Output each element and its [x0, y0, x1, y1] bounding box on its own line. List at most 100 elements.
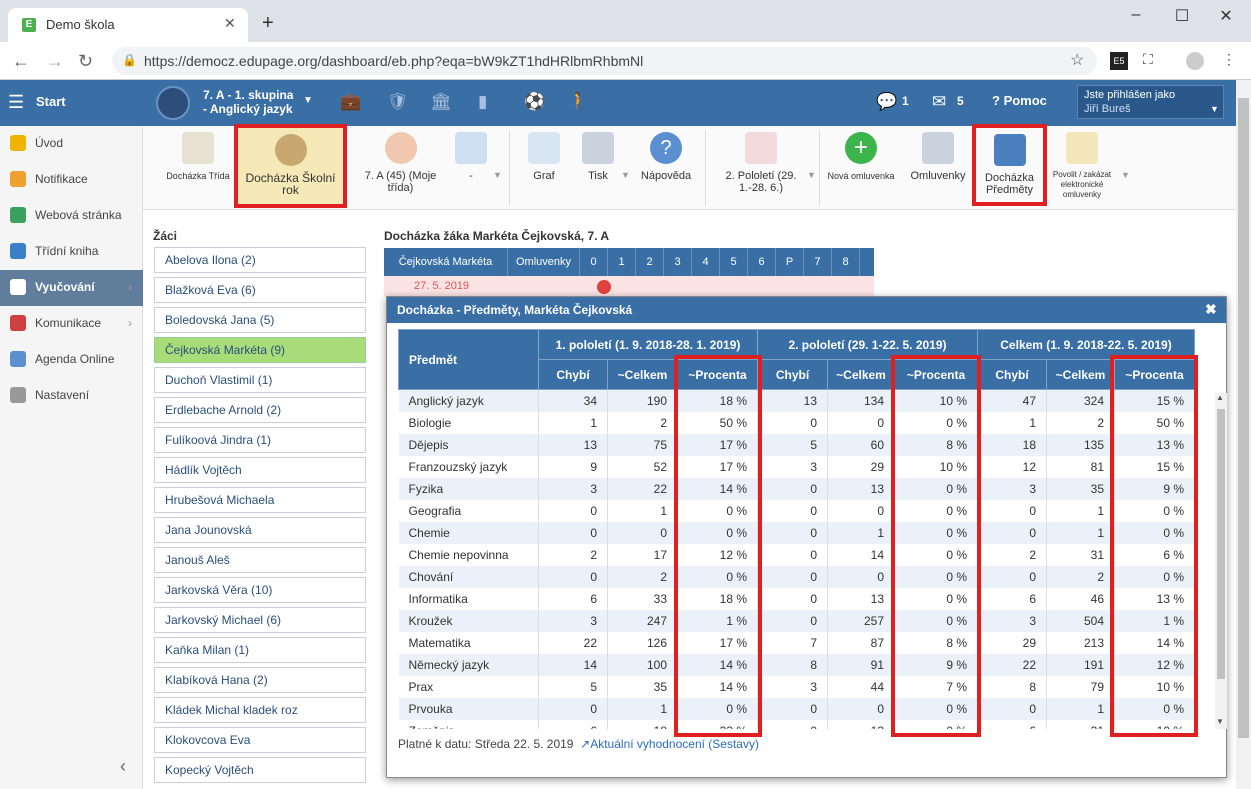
- hamburger-menu-icon[interactable]: ☰: [8, 92, 24, 113]
- sub-column-header[interactable]: Chybí: [977, 359, 1047, 390]
- dialog-close-icon[interactable]: ✖: [1205, 301, 1217, 318]
- bar-chart-icon[interactable]: ▮: [478, 92, 487, 112]
- chevron-down-icon[interactable]: ▼: [493, 170, 502, 180]
- scrollbar-thumb[interactable]: [1238, 98, 1249, 738]
- student-item[interactable]: Hrubešová Michaela: [154, 487, 366, 513]
- sidebar-item[interactable]: Nastavení: [0, 378, 143, 414]
- table-row[interactable]: Geografia 0 1 0 % 0 0 0 % 0 1 0 %: [398, 499, 1195, 522]
- browser-tab[interactable]: E Demo škola ✕: [8, 8, 248, 42]
- student-item[interactable]: Čejkovská Markéta (9): [154, 337, 366, 363]
- scroll-up-icon[interactable]: ▲: [1216, 393, 1224, 402]
- shield-icon[interactable]: 🛡: [387, 92, 409, 112]
- table-row[interactable]: Prax 5 35 14 % 3 44 7 % 8 79 10 %: [398, 675, 1195, 698]
- sub-column-header[interactable]: ~Celkem: [827, 359, 895, 390]
- sub-column-header[interactable]: ~Celkem: [607, 359, 678, 390]
- student-item[interactable]: Erdlebache Arnold (2): [154, 397, 366, 423]
- sub-column-header[interactable]: ~Celkem: [1046, 359, 1115, 390]
- student-item[interactable]: Hádlík Vojtěch: [154, 457, 366, 483]
- maximize-icon[interactable]: ☐: [1172, 6, 1192, 26]
- walking-icon[interactable]: 🚶: [568, 92, 589, 112]
- attendance-subjects-button[interactable]: Docházka Předměty: [972, 124, 1047, 206]
- url-field[interactable]: 🔒 https://democz.edupage.org/dashboard/e…: [112, 47, 1097, 75]
- chevron-down-icon[interactable]: ▼: [807, 170, 816, 180]
- table-scrollbar-thumb[interactable]: [1217, 409, 1225, 679]
- table-row[interactable]: Franzouzský jazyk 9 52 17 % 3 29 10 % 12 81 15 %: [398, 455, 1195, 478]
- window-close-icon[interactable]: ✕: [1216, 6, 1236, 26]
- collapse-sidebar-icon[interactable]: ‹: [120, 756, 126, 777]
- sub-column-header[interactable]: Chybí: [757, 359, 828, 390]
- start-label[interactable]: Start: [36, 94, 66, 109]
- reload-icon[interactable]: ↻: [78, 51, 93, 72]
- sidebar-item[interactable]: Notifikace: [0, 162, 143, 198]
- subject-column-header[interactable]: Předmět: [398, 329, 539, 390]
- table-row[interactable]: Chování 0 2 0 % 0 0 0 % 0 2 0 %: [398, 565, 1195, 588]
- student-item[interactable]: Janouš Aleš: [154, 547, 366, 573]
- sub-column-header[interactable]: Chybí: [538, 359, 608, 390]
- print-button[interactable]: Tisk: [577, 126, 619, 210]
- current-evaluation-link[interactable]: Aktuální vyhodnocení (Sestavy): [590, 737, 759, 751]
- tab-close-icon[interactable]: ✕: [224, 15, 236, 32]
- new-tab-icon[interactable]: +: [262, 12, 274, 35]
- table-row[interactable]: Německý jazyk 14 100 14 % 8 91 9 % 22 191 12 %: [398, 653, 1195, 676]
- mail-icon[interactable]: ✉: [932, 92, 946, 112]
- sidebar-item[interactable]: Úvod: [0, 126, 143, 162]
- student-item[interactable]: Kopecký Vojtěch: [154, 757, 366, 783]
- student-item[interactable]: Boledovská Jana (5): [154, 307, 366, 333]
- absence-minus-icon[interactable]: [597, 280, 611, 294]
- student-item[interactable]: Klabíková Hana (2): [154, 667, 366, 693]
- ball-icon[interactable]: ⚽: [524, 92, 545, 112]
- chevron-down-icon[interactable]: ▼: [1121, 170, 1130, 180]
- table-row[interactable]: Informatika 6 33 18 % 0 13 0 % 6 46 13 %: [398, 587, 1195, 610]
- login-dropdown[interactable]: Jste přihlášen jako Jiří Bureš ▼: [1077, 85, 1224, 119]
- forward-icon[interactable]: →: [46, 51, 64, 72]
- chevron-down-icon[interactable]: ▼: [621, 170, 630, 180]
- table-scrollbar[interactable]: ▲ ▼: [1215, 393, 1227, 729]
- class-selector[interactable]: 7. A - 1. skupina - Anglický jazyk ▼: [203, 88, 313, 116]
- table-row[interactable]: Anglický jazyk 34 190 18 % 13 134 10 % 47 324 15 …: [398, 389, 1195, 412]
- table-row[interactable]: Zeměpis61833 %0130 %63119 %: [398, 719, 1195, 729]
- excuses-button[interactable]: Omluvenky: [903, 126, 973, 210]
- sidebar-item[interactable]: Webová stránka: [0, 198, 143, 234]
- student-item[interactable]: Kládek Michal kladek roz: [154, 697, 366, 723]
- student-item[interactable]: Jarkovská Věra (10): [154, 577, 366, 603]
- sidebar-item[interactable]: Komunikace ›: [0, 306, 143, 342]
- bank-icon[interactable]: 🏛: [430, 92, 452, 112]
- attendance-class-button[interactable]: Docházka Třída: [163, 126, 233, 210]
- table-row[interactable]: Chemie nepovinna 2 17 12 % 0 14 0 % 2 31 6 %: [398, 543, 1195, 566]
- student-item[interactable]: Duchoň Vlastimil (1): [154, 367, 366, 393]
- student-item[interactable]: Blažková Eva (6): [154, 277, 366, 303]
- page-scrollbar[interactable]: [1236, 80, 1251, 789]
- chart-button[interactable]: Graf: [521, 126, 567, 210]
- table-row[interactable]: Prvouka 0 1 0 % 0 0 0 % 0 1 0 %: [398, 697, 1195, 720]
- help-toolbar-button[interactable]: ? Nápověda: [635, 126, 697, 210]
- sidebar-item[interactable]: Vyučování ›: [0, 270, 143, 306]
- edupage-extension-icon[interactable]: E5: [1110, 52, 1128, 70]
- cast-icon[interactable]: ⛶: [1143, 51, 1153, 68]
- table-row[interactable]: Matematika 22 126 17 % 7 87 8 % 29 213 14 %: [398, 631, 1195, 654]
- chat-bubbles-icon[interactable]: 💬: [876, 92, 897, 112]
- sidebar-item[interactable]: Agenda Online: [0, 342, 143, 378]
- new-excuse-button[interactable]: + Nová omluvenka: [823, 126, 899, 210]
- student-item[interactable]: Klokovcova Eva: [154, 727, 366, 753]
- profile-avatar-icon[interactable]: [1186, 52, 1204, 70]
- table-row[interactable]: Biologie 1 2 50 % 0 0 0 % 1 2 50 %: [398, 411, 1195, 434]
- back-icon[interactable]: ←: [12, 51, 30, 72]
- rocket-button[interactable]: -: [451, 126, 491, 210]
- help-button[interactable]: ? Pomoc: [992, 93, 1047, 108]
- table-row[interactable]: Kroužek 3 247 1 % 0 257 0 % 3 504 1 %: [398, 609, 1195, 632]
- student-item[interactable]: Fulíkoová Jindra (1): [154, 427, 366, 453]
- sidebar-item[interactable]: Třídní kniha: [0, 234, 143, 270]
- semester-button[interactable]: 2. Pololetí (29. 1.-28. 6.): [715, 126, 807, 210]
- attendance-school-year-button[interactable]: Docházka Školní rok: [234, 124, 347, 208]
- bookmark-star-icon[interactable]: ☆: [1070, 50, 1084, 70]
- table-row[interactable]: Dějepis 13 75 17 % 5 60 8 % 18 135 13 %: [398, 433, 1195, 456]
- class-select-button[interactable]: 7. A (45) (Moje třída): [353, 126, 448, 210]
- electronic-excuses-button[interactable]: Povolit / zakázat elektronické omluvenky: [1047, 126, 1117, 210]
- student-item[interactable]: Jarkovský Michael (6): [154, 607, 366, 633]
- briefcase-icon[interactable]: 💼: [340, 92, 361, 112]
- table-row[interactable]: Chemie 0 0 0 % 0 1 0 % 0 1 0 %: [398, 521, 1195, 544]
- scroll-down-icon[interactable]: ▼: [1216, 717, 1224, 726]
- external-link-icon[interactable]: ↗: [580, 737, 590, 751]
- table-row[interactable]: Fyzika 3 22 14 % 0 13 0 % 3 35 9 %: [398, 477, 1195, 500]
- minimize-icon[interactable]: –: [1126, 6, 1146, 24]
